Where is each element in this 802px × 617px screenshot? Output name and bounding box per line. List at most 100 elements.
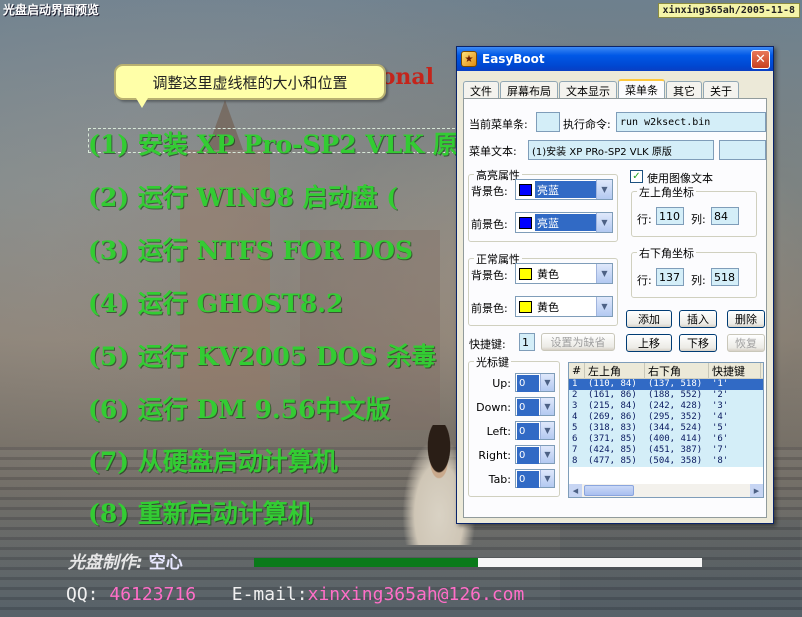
menu-item-1[interactable]: (1) 安装 XP Pro-SP2 VLK 原 bbox=[88, 125, 458, 161]
normal-fg-value: 黄色 bbox=[537, 300, 559, 314]
chevron-down-icon[interactable]: ▼ bbox=[596, 297, 612, 316]
chevron-down-icon[interactable]: ▼ bbox=[596, 264, 612, 283]
chevron-down-icon[interactable]: ▼ bbox=[540, 398, 554, 415]
table-row[interactable]: 7 (424, 85) (451, 387) '7' bbox=[569, 445, 763, 456]
tab-about[interactable]: 关于 bbox=[703, 81, 739, 99]
insert-button[interactable]: 插入 bbox=[679, 310, 717, 328]
cursor-up-label: Up: bbox=[492, 377, 511, 390]
table-row[interactable]: 1 (110, 84) (137, 518) '1' bbox=[569, 379, 763, 390]
hotkey-input[interactable]: 1 bbox=[519, 333, 535, 351]
bottom-right-row-input[interactable]: 137 bbox=[656, 268, 684, 286]
current-menu-field[interactable] bbox=[536, 112, 560, 132]
table-cell: (188, 552) bbox=[648, 390, 703, 400]
cursor-left-label: Left: bbox=[486, 425, 511, 438]
table-row[interactable]: 8 (477, 85) (504, 358) '8' bbox=[569, 456, 763, 467]
menu-item-6[interactable]: (6) 运行 DM 9.56中文版 bbox=[88, 390, 390, 426]
tab-menu-bar[interactable]: 菜单条 bbox=[618, 79, 665, 99]
chevron-down-icon[interactable]: ▼ bbox=[540, 374, 554, 391]
top-left-row-label: 行: bbox=[637, 213, 652, 226]
normal-bg-swatch bbox=[519, 267, 532, 280]
chevron-down-icon[interactable]: ▼ bbox=[540, 470, 554, 487]
tab-screen-layout[interactable]: 屏幕布局 bbox=[500, 81, 558, 99]
tab-file[interactable]: 文件 bbox=[463, 81, 499, 99]
top-left-col-input[interactable]: 84 bbox=[711, 207, 739, 225]
menu-item-7[interactable]: (7) 从硬盘启动计算机 bbox=[88, 442, 338, 478]
table-cell: (215, 84) bbox=[588, 401, 637, 411]
scroll-right-icon[interactable]: ▶ bbox=[750, 484, 763, 497]
dialog-title: EasyBoot bbox=[482, 52, 545, 66]
cursor-up-select[interactable]: 0 ▼ bbox=[515, 373, 555, 392]
normal-bg-label: 背景色: bbox=[471, 269, 508, 282]
cursor-left-select[interactable]: 0 ▼ bbox=[515, 421, 555, 440]
scroll-left-icon[interactable]: ◀ bbox=[569, 484, 582, 497]
exec-command-input[interactable]: run w2ksect.bin bbox=[616, 112, 766, 132]
cursor-down-select[interactable]: 0 ▼ bbox=[515, 397, 555, 416]
table-cell: (295, 352) bbox=[648, 412, 703, 422]
bottom-right-col-label: 列: bbox=[691, 274, 706, 287]
highlight-bg-swatch bbox=[519, 183, 532, 196]
col-header-top-left[interactable]: 左上角 bbox=[585, 363, 645, 378]
highlight-fg-swatch bbox=[519, 216, 532, 229]
table-cell: '4' bbox=[712, 412, 729, 422]
move-down-button[interactable]: 下移 bbox=[679, 334, 717, 352]
table-row[interactable]: 6 (371, 85) (400, 414) '6' bbox=[569, 434, 763, 445]
menu-item-5[interactable]: (5) 运行 KV2005 DOS 杀毒 bbox=[88, 337, 436, 373]
table-cell: '1' bbox=[712, 379, 729, 389]
menu-text-extra-field[interactable] bbox=[719, 140, 766, 160]
scroll-thumb[interactable] bbox=[584, 485, 634, 496]
tab-other[interactable]: 其它 bbox=[666, 81, 702, 99]
table-row[interactable]: 3 (215, 84) (242, 428) '3' bbox=[569, 401, 763, 412]
bottom-right-col-input[interactable]: 518 bbox=[711, 268, 739, 286]
horizontal-scrollbar[interactable]: ◀ ▶ bbox=[569, 484, 763, 497]
chevron-down-icon[interactable]: ▼ bbox=[596, 180, 612, 199]
col-header-hotkey[interactable]: 快捷键 bbox=[709, 363, 761, 378]
qq-label: QQ: bbox=[66, 584, 99, 605]
restore-button[interactable]: 恢复 bbox=[727, 334, 765, 352]
normal-fg-select[interactable]: 黄色 ▼ bbox=[515, 296, 613, 317]
table-cell: (137, 518) bbox=[648, 379, 703, 389]
set-default-button[interactable]: 设置为缺省 bbox=[541, 333, 615, 351]
table-cell: 5 bbox=[572, 423, 578, 433]
menu-item-3[interactable]: (3) 运行 NTFS FOR DOS bbox=[88, 231, 413, 267]
chevron-down-icon[interactable]: ▼ bbox=[540, 446, 554, 463]
table-row[interactable]: 5 (318, 83) (344, 524) '5' bbox=[569, 423, 763, 434]
delete-button[interactable]: 删除 bbox=[727, 310, 765, 328]
table-row[interactable]: 2 (161, 86) (188, 552) '2' bbox=[569, 390, 763, 401]
table-cell: '3' bbox=[712, 401, 729, 411]
menu-item-8[interactable]: (8) 重新启动计算机 bbox=[88, 494, 313, 530]
table-cell: 8 bbox=[572, 456, 578, 466]
table-cell: 6 bbox=[572, 434, 578, 444]
menu-text-input[interactable]: (1)安装 XP PRo-SP2 VLK 原版 bbox=[528, 140, 714, 160]
table-cell: (161, 86) bbox=[588, 390, 637, 400]
move-up-button[interactable]: 上移 bbox=[626, 334, 672, 352]
highlight-fg-label: 前景色: bbox=[471, 218, 508, 231]
email-value: xinxing365ah@126.com bbox=[307, 584, 525, 605]
menu-bar-panel: 当前菜单条: 执行命令: run w2ksect.bin 菜单文本: (1)安装… bbox=[463, 98, 767, 518]
close-button[interactable]: ✕ bbox=[751, 50, 770, 69]
table-cell: '6' bbox=[712, 434, 729, 444]
table-row[interactable]: 4 (269, 86) (295, 352) '4' bbox=[569, 412, 763, 423]
dialog-titlebar[interactable]: ★ EasyBoot bbox=[457, 47, 773, 71]
chevron-down-icon[interactable]: ▼ bbox=[540, 422, 554, 439]
credits: 光盘制作: 空心 bbox=[68, 548, 183, 573]
col-header-index[interactable]: # bbox=[569, 363, 585, 378]
normal-bg-select[interactable]: 黄色 ▼ bbox=[515, 263, 613, 284]
table-cell: (424, 85) bbox=[588, 445, 637, 455]
menu-item-4[interactable]: (4) 运行 GHOST8.2 bbox=[88, 284, 343, 320]
table-cell: (242, 428) bbox=[648, 401, 703, 411]
cursor-tab-select[interactable]: 0 ▼ bbox=[515, 469, 555, 488]
col-header-bottom-right[interactable]: 右下角 bbox=[645, 363, 709, 378]
chevron-down-icon[interactable]: ▼ bbox=[596, 213, 612, 232]
table-cell: (110, 84) bbox=[588, 379, 637, 389]
cursor-right-select[interactable]: 0 ▼ bbox=[515, 445, 555, 464]
add-button[interactable]: 添加 bbox=[626, 310, 672, 328]
use-image-text-checkbox[interactable]: ✓ bbox=[630, 170, 643, 183]
highlight-bg-select[interactable]: 亮蓝 ▼ bbox=[515, 179, 613, 200]
cursor-keys-group: 光标键 Up: 0 ▼ Down: 0 ▼ Left: 0 ▼ Right: 0 ▼ T… bbox=[468, 354, 560, 497]
menu-list-table[interactable]: # 左上角 右下角 快捷键 1 (110, 84) (137, 518) '1' 2 (1… bbox=[568, 362, 764, 498]
menu-item-2[interactable]: (2) 运行 WIN98 启动盘 ( bbox=[88, 178, 398, 214]
tab-text-display[interactable]: 文本显示 bbox=[559, 81, 617, 99]
table-cell: (371, 85) bbox=[588, 434, 637, 444]
top-left-row-input[interactable]: 110 bbox=[656, 207, 684, 225]
highlight-fg-select[interactable]: 亮蓝 ▼ bbox=[515, 212, 613, 233]
